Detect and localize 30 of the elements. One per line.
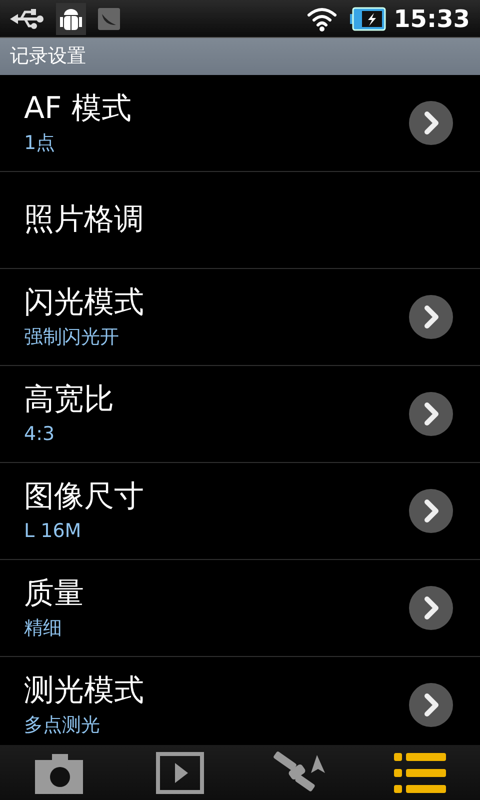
settings-row[interactable]: 照片格调 — [0, 172, 480, 269]
setting-title: 照片格调 — [24, 201, 145, 239]
setting-title: 质量 — [24, 575, 85, 613]
setting-value: L 16M — [24, 519, 82, 544]
bug-robot-icon — [56, 2, 86, 34]
setting-value: 4:3 — [24, 422, 56, 447]
setting-title: AF 模式 — [24, 90, 132, 128]
clock-time: 15:33 — [394, 4, 470, 34]
leaf-icon — [98, 8, 120, 30]
settings-row[interactable]: AF 模式 1点 — [0, 75, 480, 172]
camera-icon[interactable] — [35, 752, 85, 794]
setting-title: 图像尺寸 — [24, 478, 145, 516]
setting-value: 强制闪光开 — [24, 325, 120, 350]
section-header: 记录设置 — [10, 44, 86, 70]
setting-value: 精细 — [24, 616, 63, 641]
battery-charging-icon — [350, 6, 386, 30]
settings-row[interactable]: 闪光模式 强制闪光开 — [0, 269, 480, 366]
setting-value: 多点测光 — [24, 713, 101, 738]
usb-icon — [10, 8, 44, 28]
satellite-icon[interactable] — [273, 750, 327, 794]
setting-title: 测光模式 — [24, 672, 145, 710]
play-icon[interactable] — [156, 752, 204, 794]
setting-title: 闪光模式 — [24, 284, 145, 322]
setting-title: 高宽比 — [24, 381, 115, 419]
list-icon[interactable] — [394, 750, 446, 794]
settings-row[interactable]: 质量 精细 — [0, 560, 480, 657]
setting-value: 1点 — [24, 131, 56, 156]
settings-row[interactable]: 图像尺寸 L 16M — [0, 463, 480, 560]
wifi-icon — [306, 6, 338, 32]
settings-row[interactable]: 高宽比 4:3 — [0, 366, 480, 463]
